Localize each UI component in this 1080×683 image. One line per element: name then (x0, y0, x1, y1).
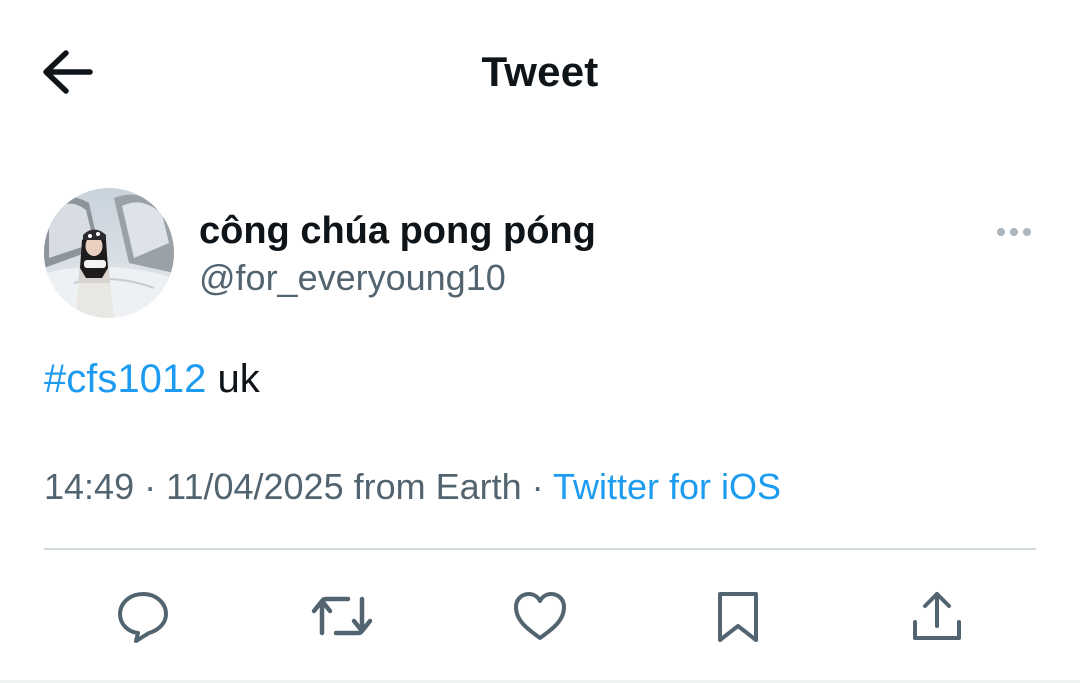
divider (44, 548, 1036, 550)
meta-separator: · (521, 466, 554, 507)
bookmark-button[interactable] (706, 580, 770, 652)
reply-bubble-icon (118, 592, 168, 643)
meta-separator: · (134, 466, 167, 507)
tweet-meta: 14:49 · 11/04/2025 from Earth · Twitter … (44, 464, 781, 510)
author-handle[interactable]: @for_everyoung10 (199, 256, 506, 300)
avatar-photo (44, 188, 174, 318)
more-options-button[interactable] (992, 212, 1036, 252)
retweet-icon (311, 596, 373, 636)
tweet-source-link[interactable]: Twitter for iOS (553, 466, 781, 507)
bookmark-icon (718, 592, 758, 642)
tweet-time[interactable]: 14:49 (44, 466, 134, 507)
share-icon (913, 592, 961, 640)
more-horizontal-icon (995, 228, 1034, 236)
avatar[interactable] (44, 188, 174, 318)
author-display-name[interactable]: công chúa pong póng (199, 208, 596, 254)
action-bar (44, 580, 1036, 652)
like-button[interactable] (508, 580, 572, 652)
tweet-date[interactable]: 11/04/2025 (166, 466, 344, 507)
heart-icon (514, 592, 566, 640)
hashtag-link[interactable]: #cfs1012 (44, 357, 206, 401)
top-header: Tweet (0, 0, 1080, 145)
tweet-location: from Earth (343, 466, 522, 507)
reply-button[interactable] (111, 580, 175, 652)
tweet-author: công chúa pong póng @for_everyoung10 (44, 186, 1036, 320)
tweet-body: uk (206, 357, 260, 401)
share-button[interactable] (905, 580, 969, 652)
tweet-text: #cfs1012 uk (44, 354, 260, 404)
page-title: Tweet (481, 48, 599, 95)
retweet-button[interactable] (310, 580, 374, 652)
